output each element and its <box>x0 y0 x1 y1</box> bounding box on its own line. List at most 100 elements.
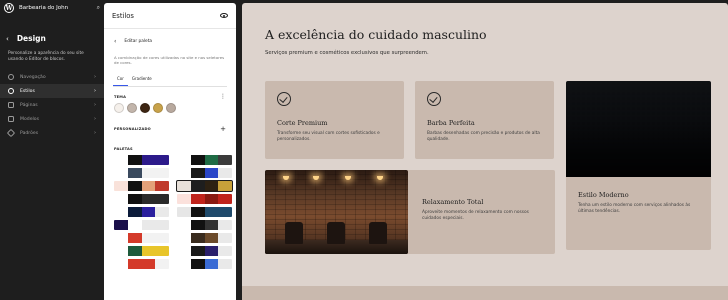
palette-color <box>155 168 169 178</box>
palette-color <box>177 194 191 204</box>
palette-description: A combinação de cores utilizadas no site… <box>114 55 225 66</box>
tab-cor[interactable]: Cor <box>113 76 128 87</box>
palette-color <box>177 259 191 269</box>
palette-color <box>218 207 232 217</box>
palette-color <box>218 168 232 178</box>
kebab-menu-icon[interactable]: ⋮ <box>220 93 226 99</box>
nav-label: Padrões <box>20 130 39 136</box>
palette-color <box>127 155 142 165</box>
nav-item-navegacao[interactable]: Navegação › <box>0 70 104 84</box>
chevron-right-icon: › <box>94 116 96 122</box>
palette-option[interactable] <box>175 179 234 193</box>
service-card-wide: Relaxamento Total Aproveite momentos de … <box>265 170 555 254</box>
palette-option[interactable] <box>114 220 169 230</box>
palette-color <box>177 155 191 165</box>
design-title: Design <box>16 34 46 43</box>
footer-strip <box>242 286 728 300</box>
search-icon[interactable]: ⌕ <box>97 4 100 12</box>
palette-color <box>114 194 128 204</box>
palette-color <box>204 259 219 269</box>
palette-option[interactable] <box>114 155 169 165</box>
palette-color <box>127 233 142 243</box>
nav-label: Páginas <box>20 102 38 108</box>
styles-icon <box>8 88 14 94</box>
chevron-right-icon: › <box>94 88 96 94</box>
theme-color-swatch[interactable] <box>166 102 176 113</box>
templates-icon <box>8 116 14 122</box>
palette-color <box>127 220 142 230</box>
palette-option[interactable] <box>177 194 232 204</box>
palette-option[interactable] <box>177 259 232 269</box>
palette-color <box>114 220 128 230</box>
palette-color <box>190 207 205 217</box>
palette-option[interactable] <box>177 220 232 230</box>
palette-option[interactable] <box>114 194 169 204</box>
palette-color <box>190 246 205 256</box>
palette-option[interactable] <box>177 155 232 165</box>
palette-color <box>190 194 205 204</box>
palette-option[interactable] <box>177 168 232 178</box>
palette-option[interactable] <box>114 181 169 191</box>
palette-color <box>141 220 156 230</box>
palette-color <box>190 233 205 243</box>
wordpress-logo-icon[interactable]: W <box>4 3 14 13</box>
palette-color <box>141 207 156 217</box>
palette-option[interactable] <box>177 233 232 243</box>
nav-item-estilos[interactable]: Estilos › <box>0 84 104 98</box>
palette-option[interactable] <box>114 168 169 178</box>
palette-row <box>114 207 232 217</box>
palette-option[interactable] <box>114 246 169 256</box>
palette-color <box>127 246 142 256</box>
palette-row <box>114 233 232 243</box>
custom-label: PERSONALIZADO <box>114 126 151 131</box>
theme-swatches <box>104 102 236 113</box>
check-circle-icon <box>427 92 441 106</box>
halftone-image <box>566 81 711 177</box>
hero-subheading: Serviços premium e cosméticos exclusivos… <box>265 50 429 56</box>
site-topbar: W Barbearia do John ⌕ <box>0 0 104 16</box>
sub-title: Editar paleta <box>124 38 153 44</box>
palette-color <box>218 246 232 256</box>
theme-color-swatch[interactable] <box>114 102 124 113</box>
palette-color <box>177 246 191 256</box>
palette-color <box>155 194 169 204</box>
palette-color <box>204 246 219 256</box>
back-arrow-icon[interactable]: ‹ <box>6 35 9 43</box>
chevron-left-icon[interactable]: ‹ <box>114 38 116 45</box>
palette-option[interactable] <box>114 233 169 243</box>
palette-option[interactable] <box>177 246 232 256</box>
theme-color-swatch[interactable] <box>140 102 150 113</box>
site-name[interactable]: Barbearia do John <box>19 5 68 11</box>
palette-color <box>155 155 169 165</box>
palette-color <box>127 259 142 269</box>
palette-option[interactable] <box>114 207 169 217</box>
panel-title: Estilos <box>112 11 134 20</box>
palette-color <box>218 155 232 165</box>
nav-item-paginas[interactable]: Páginas › <box>0 98 104 112</box>
nav-item-modelos[interactable]: Modelos › <box>0 112 104 126</box>
palette-color <box>177 168 191 178</box>
design-header: ‹ Design <box>0 34 104 43</box>
add-color-icon[interactable]: + <box>220 125 226 133</box>
hero-heading: A excelência do cuidado masculino <box>265 27 487 42</box>
theme-color-swatch[interactable] <box>153 102 163 113</box>
chevron-right-icon: › <box>94 74 96 80</box>
palette-color <box>218 194 232 204</box>
nav-item-padroes[interactable]: Padrões › <box>0 126 104 140</box>
theme-section-header: TEMA ⋮ <box>104 93 236 99</box>
palette-color <box>155 181 169 191</box>
palette-option[interactable] <box>114 259 169 269</box>
barbershop-image <box>265 170 408 254</box>
palettes-section-header: PALETAS <box>104 147 143 151</box>
palette-row <box>114 220 232 230</box>
palette-option[interactable] <box>177 207 232 217</box>
palette-color <box>127 181 142 191</box>
palette-color <box>141 194 156 204</box>
navigation-icon <box>8 74 14 80</box>
palette-color <box>114 259 128 269</box>
tab-gradiente[interactable]: Gradiente <box>128 76 156 86</box>
theme-color-swatch[interactable] <box>127 102 137 113</box>
palette-row <box>114 179 234 193</box>
eye-icon[interactable] <box>220 13 228 18</box>
palette-row <box>114 168 232 178</box>
